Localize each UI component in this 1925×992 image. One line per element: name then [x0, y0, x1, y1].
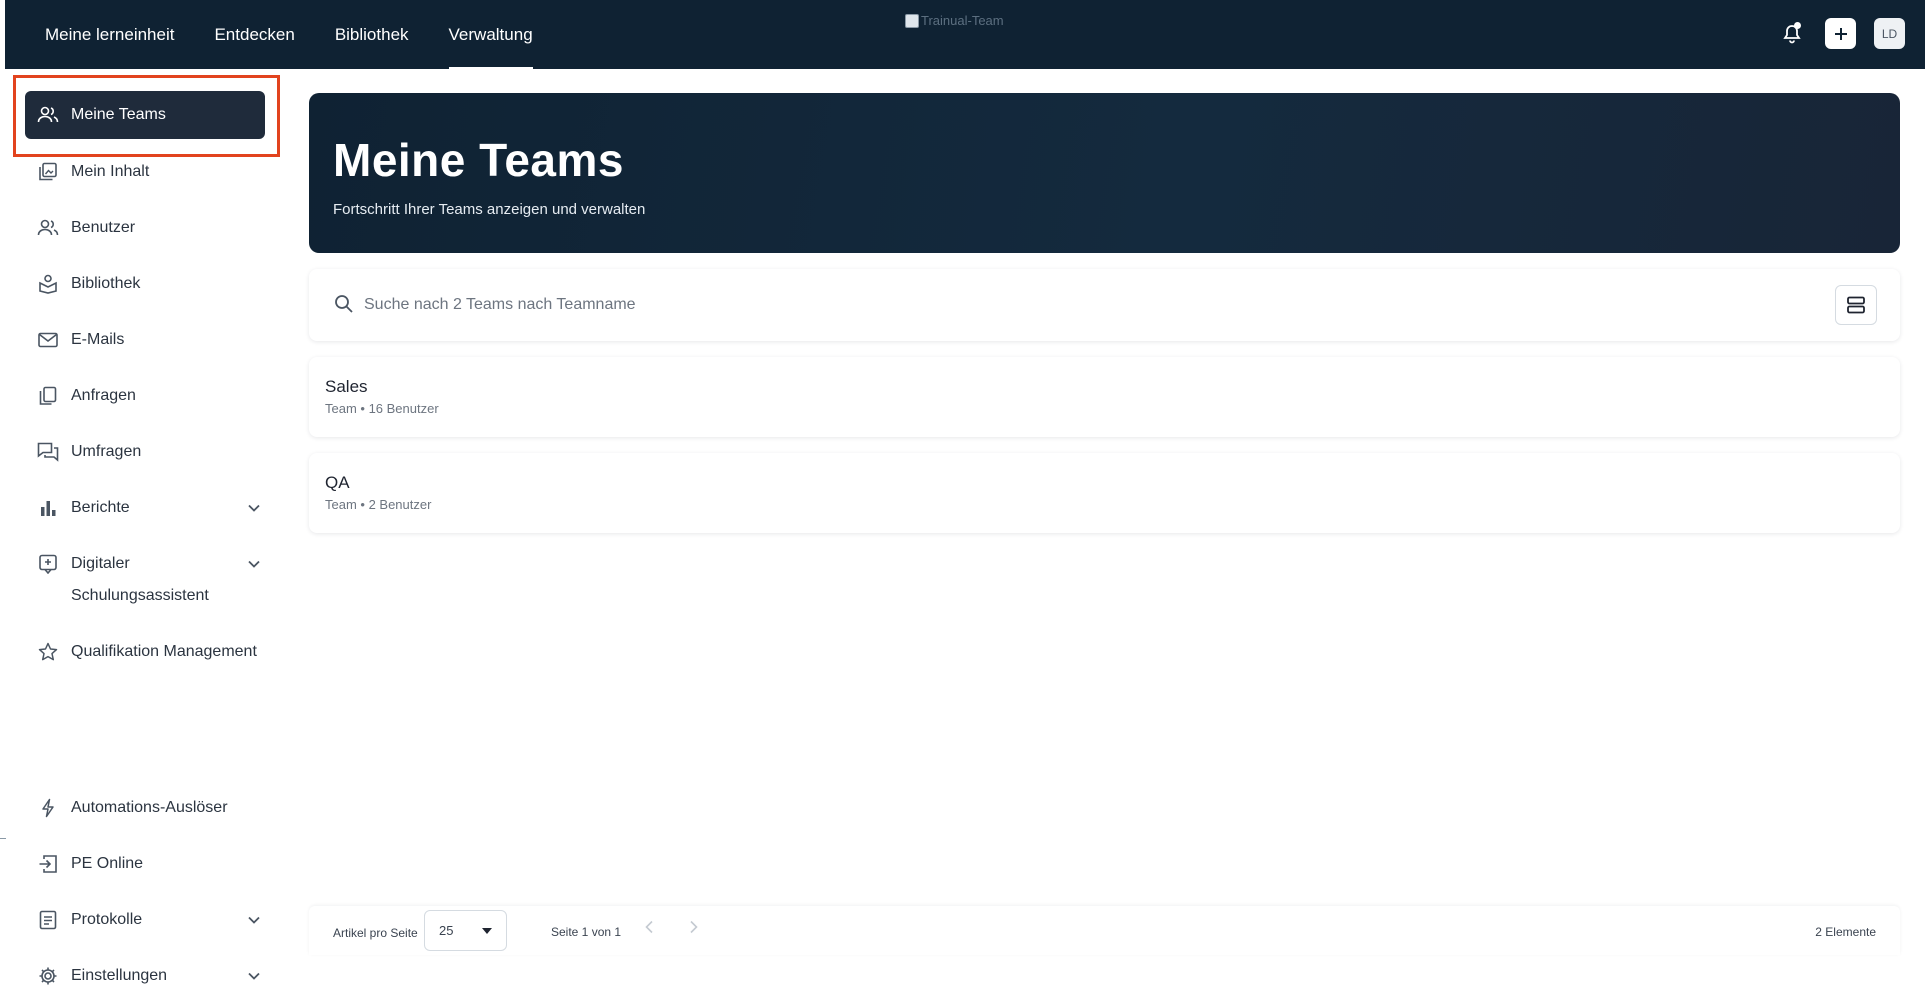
sidebar-item-label: E-Mails: [71, 331, 125, 348]
divider: [0, 838, 6, 839]
main-nav: Meine lerneinheit Entdecken Bibliothek V…: [45, 0, 573, 69]
sidebar-item-bibliothek[interactable]: Bibliothek: [25, 273, 265, 300]
top-right-actions: LD: [1777, 18, 1905, 49]
list-view-icon: [1847, 296, 1865, 314]
nav-entdecken[interactable]: Entdecken: [214, 0, 294, 69]
sidebar-item-benutzer[interactable]: Benutzer: [25, 217, 265, 244]
pagination-footer: Artikel pro Seite 25 Seite 1 von 1 2 Ele…: [309, 906, 1900, 955]
total-count: 2 Elemente: [1815, 925, 1876, 939]
page-info: Seite 1 von 1: [551, 925, 622, 939]
content-icon: [35, 161, 61, 183]
previous-page-button[interactable]: [644, 920, 654, 939]
create-button[interactable]: [1825, 18, 1856, 49]
team-meta: Team • 2 Benutzer: [325, 497, 432, 512]
team-name: Sales: [325, 377, 368, 396]
sidebar-item-automations-ausloeser[interactable]: Automations-Auslöser: [25, 797, 265, 824]
per-page-value: 25: [439, 923, 454, 938]
sidebar-item-umfragen[interactable]: Umfragen: [25, 441, 265, 468]
page-header-banner: Meine Teams Fortschritt Ihrer Teams anze…: [309, 93, 1900, 253]
chevron-down-icon[interactable]: [243, 909, 265, 931]
caret-down-icon: [482, 928, 492, 934]
sidebar-item-label: Automations-Auslöser: [71, 799, 228, 816]
sidebar-item-berichte[interactable]: Berichte: [25, 497, 265, 524]
sidebar-item-einstellungen[interactable]: Einstellungen: [25, 965, 265, 992]
chat-icon: [35, 441, 61, 463]
sidebar-item-e-mails[interactable]: E-Mails: [25, 329, 265, 356]
users-icon: [35, 104, 61, 126]
sidebar-item-label: Protokolle: [71, 911, 143, 928]
logo-alt-text: Trainual-Team: [921, 13, 1004, 28]
chevron-down-icon[interactable]: [243, 497, 265, 519]
sidebar-item-meine-teams[interactable]: Meine Teams: [25, 91, 265, 139]
chevron-down-icon[interactable]: [243, 553, 265, 575]
sidebar-item-label: Benutzer: [71, 219, 136, 236]
team-card-qa[interactable]: QA Team • 2 Benutzer: [309, 453, 1900, 533]
bolt-icon: [35, 797, 61, 819]
copy-icon: [35, 385, 61, 407]
top-navigation-bar: Meine lerneinheit Entdecken Bibliothek V…: [5, 0, 1925, 69]
sidebar-item-mein-inhalt[interactable]: Mein Inhalt: [25, 161, 265, 188]
per-page-label: Artikel pro Seite: [333, 926, 418, 940]
search-input[interactable]: [364, 291, 1564, 319]
sidebar-item-label: Meine Teams: [71, 106, 166, 123]
sidebar-item-label: Anfragen: [71, 387, 136, 404]
company-logo: Trainual-Team: [905, 13, 1004, 28]
assistant-icon: [35, 553, 61, 575]
sidebar-item-label: Einstellungen: [71, 967, 168, 984]
broken-image-icon: [905, 13, 919, 28]
sidebar: Meine Teams Mein Inhalt Benutzer Bibliot…: [0, 69, 290, 985]
sidebar-item-protokolle[interactable]: Protokolle: [25, 909, 265, 936]
gear-icon: [35, 965, 61, 987]
bar-chart-icon: [35, 497, 61, 519]
sidebar-item-pe-online[interactable]: PE Online: [25, 853, 265, 880]
sidebar-item-label: Berichte: [71, 499, 130, 516]
sidebar-item-label: Umfragen: [71, 443, 142, 460]
sidebar-item-label: PE Online: [71, 855, 144, 872]
sidebar-item-label: Digitaler Schulungsassistent: [71, 555, 209, 604]
plus-icon: [1834, 27, 1847, 40]
sidebar-item-label: Qualifikation Management: [71, 643, 257, 660]
notifications-button[interactable]: [1777, 19, 1807, 49]
per-page-select[interactable]: 25: [424, 910, 507, 951]
view-toggle-button[interactable]: [1835, 285, 1877, 325]
sidebar-item-label: Mein Inhalt: [71, 163, 150, 180]
user-icon: [35, 217, 61, 239]
page-subtitle: Fortschritt Ihrer Teams anzeigen und ver…: [333, 201, 646, 218]
team-card-sales[interactable]: Sales Team • 16 Benutzer: [309, 357, 1900, 437]
search-bar: [309, 269, 1900, 341]
search-icon: [334, 294, 354, 319]
sidebar-item-anfragen[interactable]: Anfragen: [25, 385, 265, 412]
chevron-down-icon[interactable]: [243, 965, 265, 987]
nav-verwaltung[interactable]: Verwaltung: [448, 0, 533, 69]
user-avatar[interactable]: LD: [1874, 18, 1905, 49]
sidebar-item-digitaler-schulungsassistent[interactable]: Digitaler Schulungsassistent: [25, 553, 265, 612]
nav-meine-lerneinheit[interactable]: Meine lerneinheit: [45, 0, 174, 69]
log-icon: [35, 909, 61, 931]
sidebar-item-qualifikation-management[interactable]: Qualifikation Management: [25, 641, 265, 668]
mail-icon: [35, 329, 61, 351]
team-name: QA: [325, 473, 350, 492]
star-icon: [35, 641, 61, 663]
nav-bibliothek[interactable]: Bibliothek: [335, 0, 409, 69]
chevron-left-icon: [645, 920, 653, 934]
library-icon: [35, 273, 61, 295]
notification-dot: [1794, 21, 1801, 29]
sidebar-item-label: Bibliothek: [71, 275, 141, 292]
chevron-right-icon: [690, 920, 698, 934]
next-page-button[interactable]: [689, 920, 699, 939]
team-meta: Team • 16 Benutzer: [325, 401, 439, 416]
login-icon: [35, 853, 61, 875]
page-title: Meine Teams: [333, 134, 624, 186]
